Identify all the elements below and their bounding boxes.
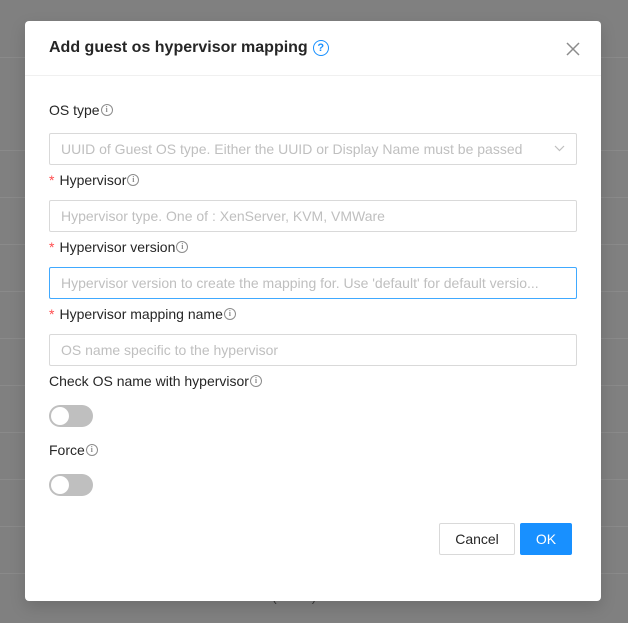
ok-button[interactable]: OK <box>520 523 572 555</box>
dialog-header: Add guest os hypervisor mapping ? <box>25 21 601 76</box>
check-os-name-item: Check OS name with hypervisor i <box>49 370 577 427</box>
dialog-footer: Cancel OK <box>439 523 572 555</box>
os-type-label: OS type i <box>49 99 577 121</box>
force-item: Force i <box>49 439 577 496</box>
info-icon[interactable]: i <box>176 241 189 253</box>
os-type-item: OS type i UUID of Guest OS type. Either … <box>49 99 577 165</box>
hypervisor-input[interactable]: Hypervisor type. One of : XenServer, KVM… <box>49 200 577 232</box>
mapping-name-input[interactable]: OS name specific to the hypervisor <box>49 334 577 366</box>
check-os-name-toggle[interactable] <box>49 405 93 427</box>
info-icon[interactable]: i <box>127 174 140 186</box>
question-circle-icon[interactable]: ? <box>312 40 329 56</box>
force-label: Force i <box>49 439 577 461</box>
hypervisor-label: * Hypervisor i <box>49 169 577 191</box>
mapping-name-label: * Hypervisor mapping name i <box>49 303 577 325</box>
info-icon[interactable]: i <box>249 375 262 387</box>
close-icon[interactable] <box>563 39 583 59</box>
chevron-down-icon <box>551 143 565 155</box>
hypervisor-version-input[interactable]: Hypervisor version to create the mapping… <box>49 267 577 299</box>
cancel-button[interactable]: Cancel <box>439 523 515 555</box>
dialog-body: OS type i UUID of Guest OS type. Either … <box>25 99 601 496</box>
os-type-placeholder: UUID of Guest OS type. Either the UUID o… <box>61 141 523 157</box>
add-mapping-dialog: Add guest os hypervisor mapping ? OS typ… <box>25 21 601 601</box>
check-os-name-label: Check OS name with hypervisor i <box>49 370 577 392</box>
hypervisor-item: * Hypervisor i Hypervisor type. One of :… <box>49 169 577 232</box>
mapping-name-placeholder: OS name specific to the hypervisor <box>61 342 279 358</box>
os-type-select[interactable]: UUID of Guest OS type. Either the UUID o… <box>49 133 577 165</box>
hypervisor-version-label: * Hypervisor version i <box>49 236 577 258</box>
mapping-name-item: * Hypervisor mapping name i OS name spec… <box>49 303 577 366</box>
required-mark: * <box>49 239 55 255</box>
toggle-knob <box>51 407 69 425</box>
force-toggle[interactable] <box>49 474 93 496</box>
required-mark: * <box>49 306 55 322</box>
hypervisor-version-item: * Hypervisor version i Hypervisor versio… <box>49 236 577 299</box>
info-icon[interactable]: i <box>223 308 236 320</box>
hypervisor-placeholder: Hypervisor type. One of : XenServer, KVM… <box>61 208 385 224</box>
required-mark: * <box>49 172 55 188</box>
info-icon[interactable]: i <box>85 444 98 456</box>
dialog-title: Add guest os hypervisor mapping <box>49 39 308 56</box>
toggle-knob <box>51 476 69 494</box>
info-icon[interactable]: i <box>100 104 113 116</box>
hypervisor-version-placeholder: Hypervisor version to create the mapping… <box>61 275 539 291</box>
